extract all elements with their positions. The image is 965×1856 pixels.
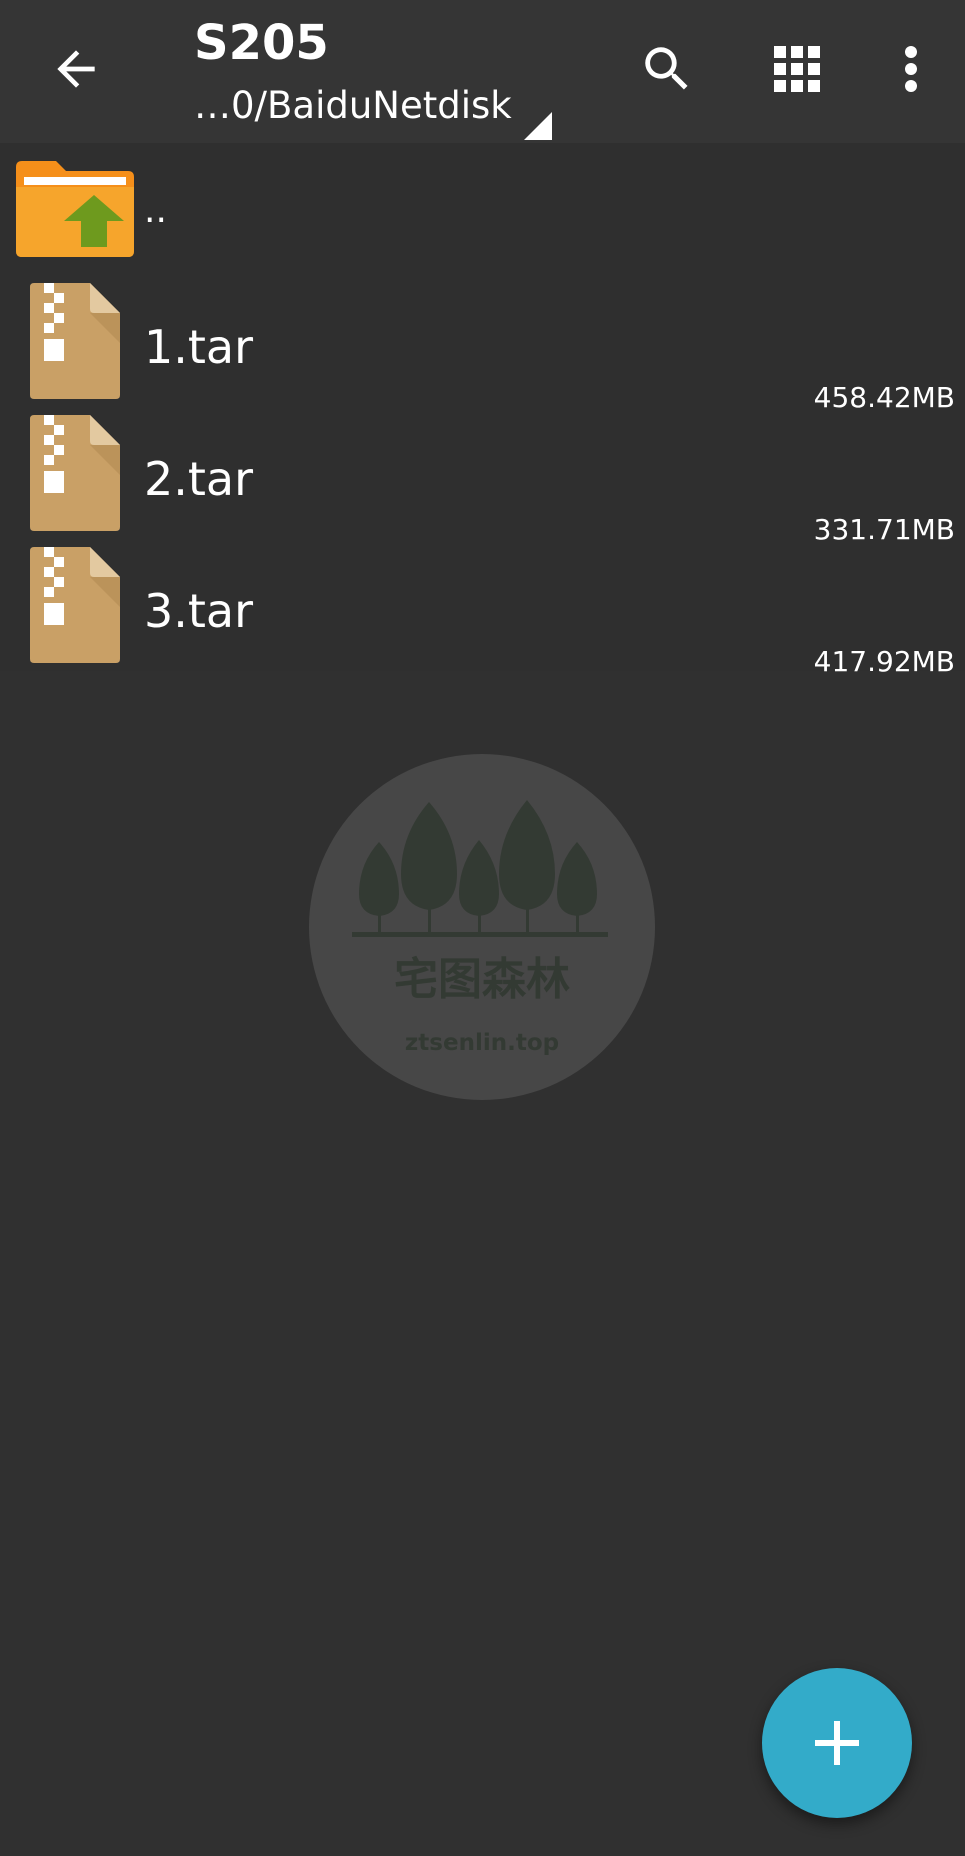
arrow-left-icon bbox=[57, 50, 95, 88]
path-dropdown[interactable]: …0/BaiduNetdisk bbox=[194, 84, 552, 140]
toolbar: S205 …0/BaiduNetdisk bbox=[0, 0, 965, 143]
archive-file-icon bbox=[30, 415, 120, 531]
file-name: 3.tar bbox=[144, 584, 254, 638]
list-item[interactable]: 1.tar 458.42MB bbox=[0, 273, 965, 414]
title-block: S205 …0/BaiduNetdisk bbox=[194, 14, 614, 140]
file-name: 1.tar bbox=[144, 320, 254, 374]
file-list: .. 1.tar 458.42MB 2.tar 331.71MB 3.tar 4… bbox=[0, 143, 965, 678]
more-options-button[interactable] bbox=[876, 34, 946, 104]
folder-up-icon bbox=[16, 161, 134, 257]
dropdown-triangle-icon bbox=[523, 112, 552, 140]
watermark-title: 宅图森林 bbox=[394, 954, 570, 1005]
list-item[interactable]: 3.tar 417.92MB bbox=[0, 537, 965, 678]
parent-folder-label: .. bbox=[144, 190, 167, 231]
plus-icon bbox=[815, 1721, 859, 1765]
view-mode-button[interactable] bbox=[762, 34, 832, 104]
file-manager-screen: S205 …0/BaiduNetdisk .. 1.tar 458.42MB 2… bbox=[0, 0, 965, 1856]
watermark-url: ztsenlin.top bbox=[405, 1030, 559, 1056]
watermark-logo: 宅图森林 ztsenlin.top bbox=[309, 754, 655, 1100]
list-item-parent-folder[interactable]: .. bbox=[0, 143, 965, 265]
file-size: 417.92MB bbox=[813, 645, 955, 678]
page-title: S205 bbox=[194, 15, 329, 71]
add-button[interactable] bbox=[762, 1668, 912, 1818]
grid-icon bbox=[774, 46, 820, 92]
back-button[interactable] bbox=[36, 34, 116, 104]
file-name: 2.tar bbox=[144, 452, 254, 506]
archive-file-icon bbox=[30, 283, 120, 399]
more-vert-icon bbox=[905, 46, 917, 92]
search-button[interactable] bbox=[632, 34, 702, 104]
search-icon bbox=[645, 47, 688, 90]
archive-file-icon bbox=[30, 547, 120, 663]
list-item[interactable]: 2.tar 331.71MB bbox=[0, 405, 965, 546]
current-path: …0/BaiduNetdisk bbox=[194, 84, 512, 127]
